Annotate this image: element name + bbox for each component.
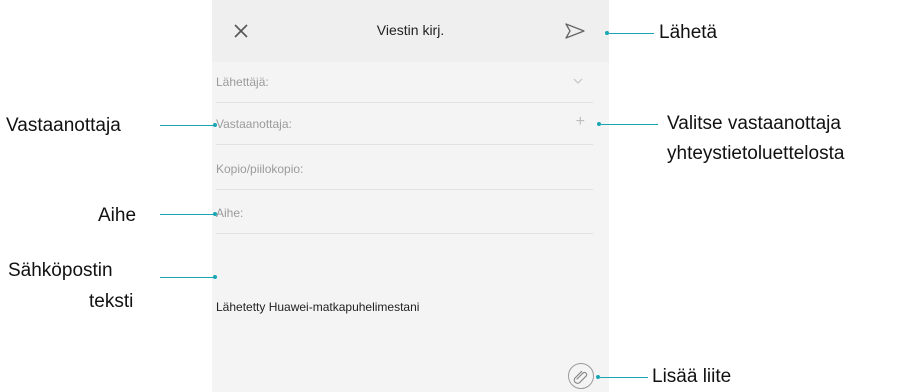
recipient-label: Vastaanottaja: — [216, 117, 292, 131]
sender-label: Lähettäjä: — [216, 75, 269, 89]
sender-field[interactable]: Lähettäjä: — [216, 62, 593, 103]
recipient-callout: Vastaanottaja — [6, 115, 121, 136]
subject-label: Aihe: — [216, 206, 244, 220]
add-recipient-button[interactable]: + — [576, 114, 585, 130]
chevron-down-icon[interactable] — [573, 78, 583, 84]
subject-callout-line — [160, 214, 214, 215]
cc-bcc-field[interactable]: Kopio/piilokopio: — [216, 149, 593, 190]
recipient-callout-dot — [213, 123, 217, 127]
page-title: Viestin kirj. — [376, 22, 445, 38]
send-icon[interactable] — [564, 21, 586, 41]
contact-callout-line — [601, 124, 658, 125]
subject-callout: Aihe — [98, 205, 137, 226]
cc-bcc-label: Kopio/piilokopio: — [216, 162, 304, 176]
compose-toolbar: Viestin kirj. — [212, 0, 609, 62]
body-area[interactable]: Lähetetty Huawei-matkapuhelimestani — [212, 240, 609, 358]
body-callout-line2: teksti — [89, 291, 134, 312]
subject-callout-dot — [213, 212, 217, 216]
attachment-callout: Lisää liite — [652, 366, 732, 387]
send-callout-line — [609, 33, 654, 34]
email-signature: Lähetetty Huawei-matkapuhelimestani — [216, 300, 420, 314]
recipient-field[interactable]: Vastaanottaja: + — [216, 104, 593, 145]
compose-screen: Viestin kirj. Lähettäjä: Vastaanottaja: … — [212, 0, 609, 392]
recipient-callout-line — [160, 125, 214, 126]
send-callout: Lähetä — [659, 22, 718, 43]
paperclip-icon[interactable] — [567, 362, 595, 390]
attachment-callout-line — [600, 377, 648, 378]
body-callout-dot — [213, 275, 217, 279]
contact-callout-line1: Valitse vastaanottaja — [667, 113, 841, 134]
body-callout-line1: Sähköpostin — [8, 260, 113, 281]
subject-field[interactable]: Aihe: — [216, 193, 593, 234]
contact-callout-line2: yhteystietoluettelosta — [667, 143, 845, 164]
body-callout-line — [160, 277, 214, 278]
